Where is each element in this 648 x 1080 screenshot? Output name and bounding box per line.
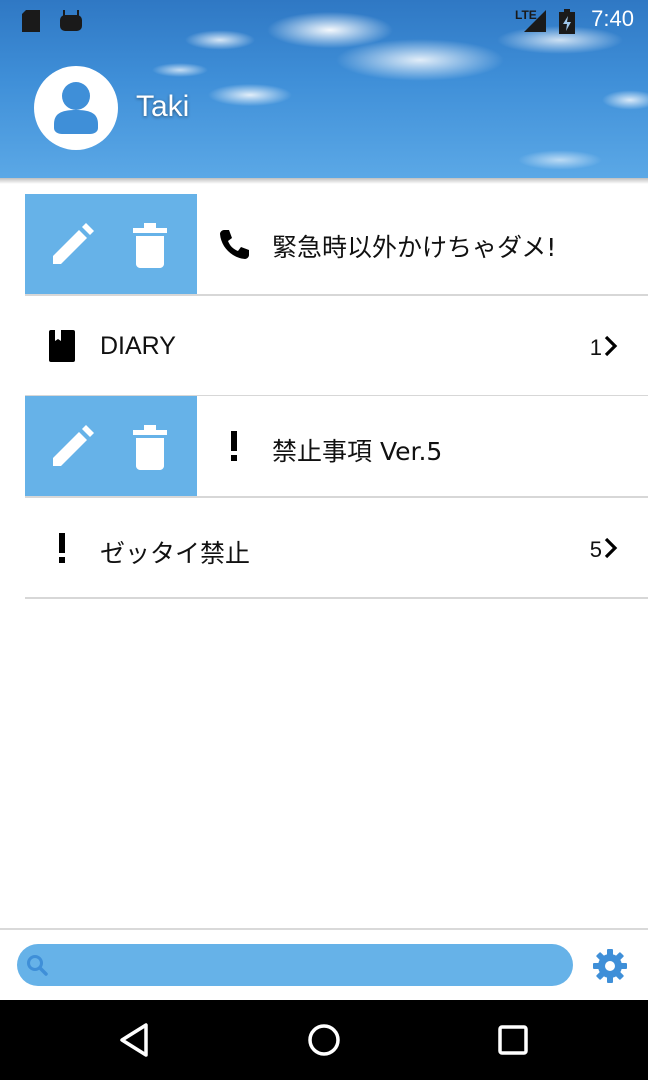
back-icon[interactable] (114, 1018, 158, 1062)
list-item-label: DIARY (100, 332, 176, 360)
navigation-bar (0, 1000, 648, 1080)
gear-icon[interactable] (592, 948, 628, 984)
exclamation-icon (59, 533, 65, 563)
delete-icon[interactable] (125, 422, 175, 472)
exclamation-icon (231, 431, 237, 461)
user-name: Taki (136, 90, 190, 123)
row-actions (25, 194, 197, 294)
list-item-emergency[interactable]: 緊急時以外かけちゃダメ! (25, 194, 648, 294)
phone-icon (220, 230, 249, 259)
delete-icon[interactable] (125, 220, 175, 270)
list-item-label: ゼッタイ禁止 (100, 539, 251, 568)
avatar[interactable] (34, 66, 118, 150)
home-icon[interactable] (302, 1018, 346, 1062)
person-icon (54, 82, 98, 134)
search-icon (27, 955, 48, 976)
edit-icon[interactable] (47, 422, 97, 472)
list-item-prohibited-v5[interactable]: 禁止事項 Ver.5 (25, 396, 648, 496)
header-shadow (0, 178, 648, 184)
bottom-toolbar (0, 928, 648, 1002)
chevron-right-icon (604, 537, 618, 559)
divider (25, 597, 648, 599)
list-item-diary[interactable]: DIARY 1 (25, 296, 648, 396)
list-item-label: 禁止事項 Ver.5 (272, 437, 443, 466)
list-item-label: 緊急時以外かけちゃダメ! (272, 233, 557, 262)
android-icon (60, 10, 82, 31)
sd-card-icon (22, 10, 40, 32)
row-actions (25, 396, 197, 496)
chevron-right-icon (604, 335, 618, 357)
book-icon (49, 330, 75, 362)
status-bar: LTE 7:40 (0, 0, 648, 40)
signal-icon (524, 10, 546, 32)
recents-icon[interactable] (491, 1018, 535, 1062)
search-input[interactable] (17, 944, 573, 986)
battery-charging-icon (559, 9, 575, 34)
list-item-absolutely-prohibited[interactable]: ゼッタイ禁止 5 (25, 498, 648, 598)
status-time: 7:40 (591, 6, 634, 31)
edit-icon[interactable] (47, 220, 97, 270)
